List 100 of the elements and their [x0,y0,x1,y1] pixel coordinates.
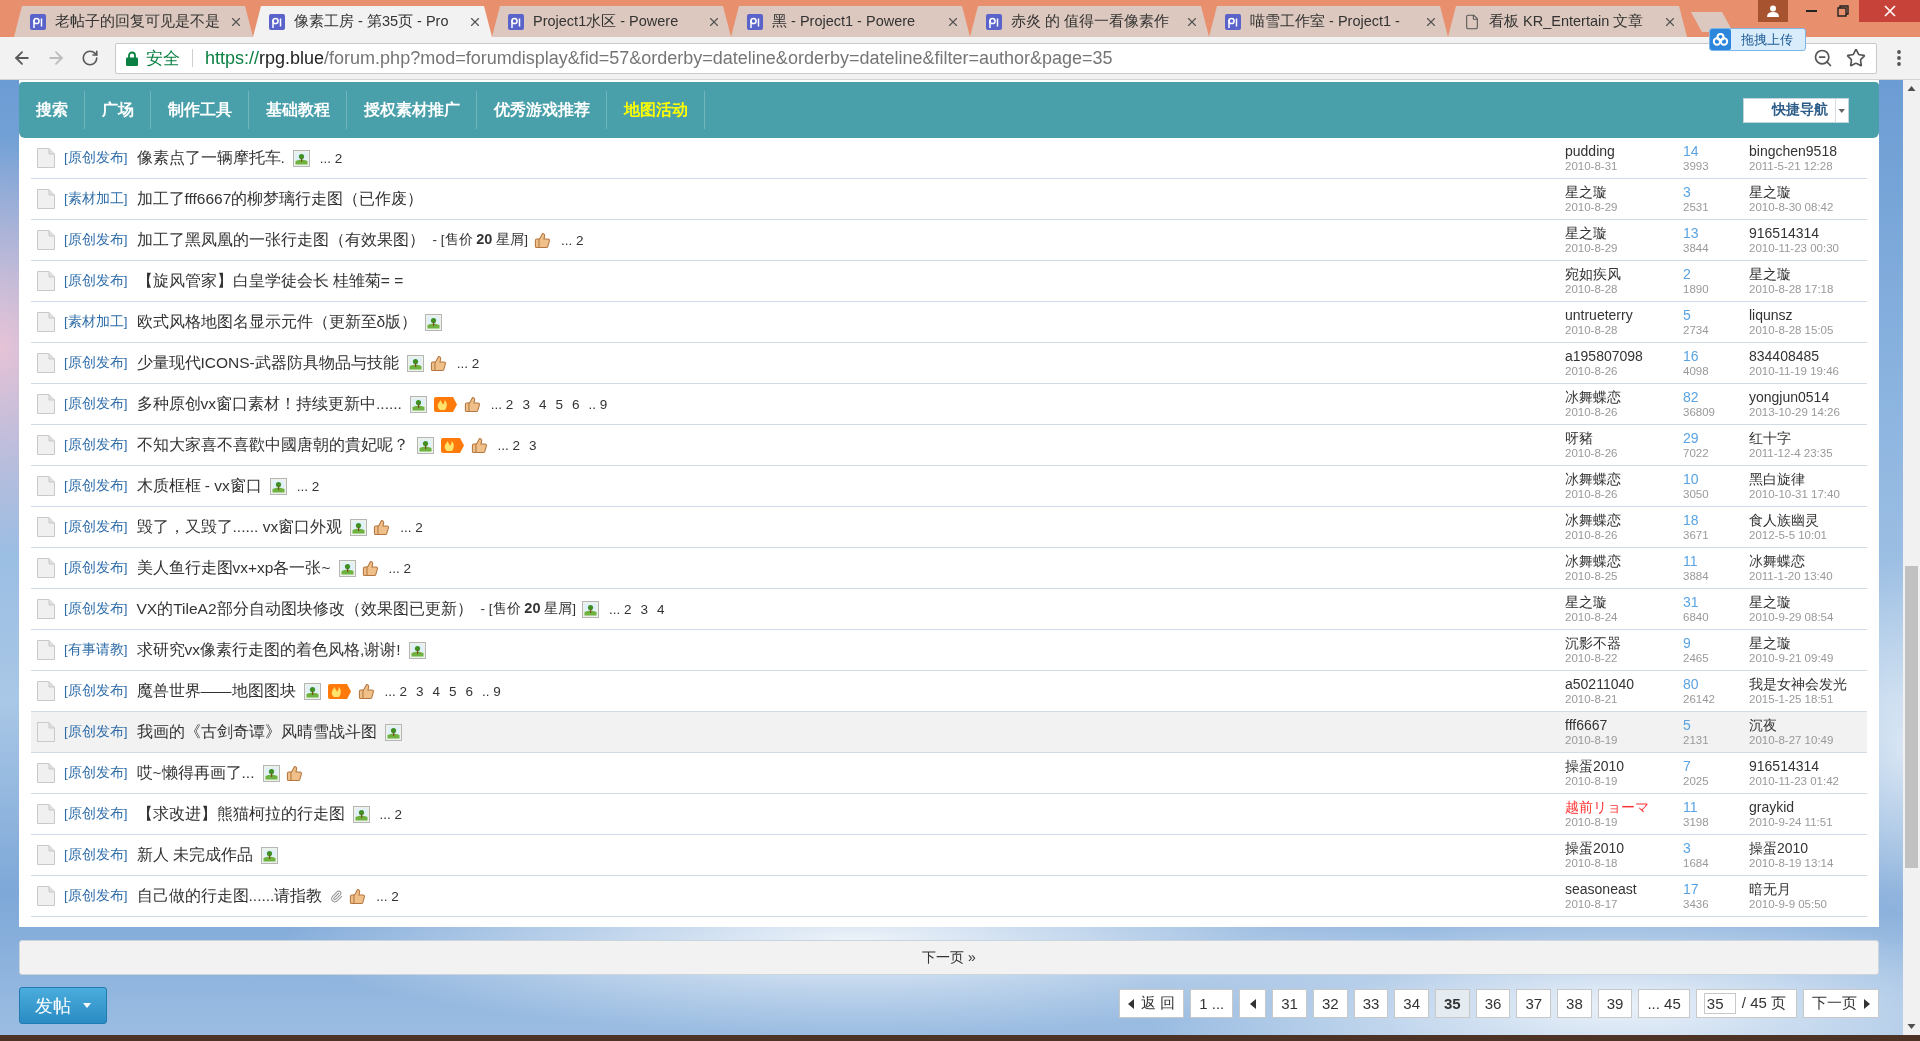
page-link[interactable]: ... 2 [376,888,399,904]
category-link[interactable]: [原创发布] [64,600,128,618]
category-link[interactable]: [原创发布] [64,395,128,413]
author-link[interactable]: seasoneast [1565,881,1683,897]
last-poster-link[interactable]: 食人族幽灵 [1749,512,1867,528]
window-close-button[interactable] [1859,0,1920,22]
author-link[interactable]: 星之璇 [1565,184,1683,200]
browser-tab[interactable]: 赤炎 的 值得一看像素作 [970,6,1209,37]
page-link[interactable]: ... 2 [379,806,403,822]
thread-title[interactable]: 魔兽世界——地图图块 [136,680,296,702]
page-link[interactable]: ... 2 [400,519,423,535]
author-link[interactable]: 冰舞蝶恋 [1565,471,1683,487]
page-link[interactable]: 4 [538,396,547,412]
page-link[interactable]: ... 2 [319,150,343,166]
last-poster-link[interactable]: 834408485 [1749,348,1867,364]
author-link[interactable]: 操蛋2010 [1565,758,1683,774]
browser-tab[interactable]: 喵雪工作室 - Project1 - [1209,6,1448,37]
author-link[interactable]: 冰舞蝶恋 [1565,389,1683,405]
thread-title[interactable]: 求研究vx像素行走图的着色风格,谢谢! [136,639,401,661]
page-link[interactable]: 39 [1597,989,1633,1018]
page-link[interactable]: ... 2 [490,396,514,412]
category-link[interactable]: [原创发布] [64,231,128,249]
author-link[interactable]: 呀豬 [1565,430,1683,446]
page-link[interactable]: 3 [529,437,537,453]
author-link[interactable]: pudding [1565,143,1683,159]
profile-button[interactable] [1758,0,1788,22]
page-link[interactable]: 32 [1312,989,1348,1018]
page-link[interactable]: ... 2 [388,560,411,576]
quick-nav-button[interactable]: 快捷导航 [1743,97,1849,123]
thread-title[interactable]: 木质框框 - vx窗口 [136,475,262,497]
category-link[interactable]: [原创发布] [64,805,128,823]
category-link[interactable]: [原创发布] [64,764,128,782]
thread-title[interactable]: VX的TileA2部分自动图块修改（效果图已更新） [136,598,473,620]
page-number-input[interactable]: 35 [1703,993,1736,1014]
thread-title[interactable]: 【求改进】熊猫柯拉的行走图 [136,803,345,825]
category-link[interactable]: [素材加工] [64,190,128,208]
thread-title[interactable]: 少量现代ICONS-武器防具物品与技能 [136,352,399,374]
category-link[interactable]: [原创发布] [64,887,128,905]
author-link[interactable]: 星之璇 [1565,225,1683,241]
page-link[interactable]: 1 ... [1190,989,1234,1018]
thread-title[interactable]: 新人 未完成作品 [136,844,253,866]
page-link[interactable]: 37 [1516,989,1552,1018]
thread-title[interactable]: 毁了，又毁了...... vx窗口外观 [136,516,343,538]
page-link[interactable]: 33 [1353,989,1389,1018]
back-link[interactable]: 返 回 [1119,989,1185,1018]
author-link[interactable]: 操蛋2010 [1565,840,1683,856]
last-poster-link[interactable]: 红十字 [1749,430,1867,446]
last-poster-link[interactable]: 星之璇 [1749,184,1867,200]
page-link[interactable]: 6 [465,683,474,699]
browser-tab[interactable]: 黑 - Project1 - Powere [731,6,970,37]
thread-title[interactable]: 欧式风格地图名显示元件（更新至δ版） [136,311,418,333]
last-poster-link[interactable]: graykid [1749,799,1867,815]
page-link[interactable]: .. 9 [588,396,608,412]
page-link[interactable]: ... 2 [497,437,521,453]
page-link[interactable]: 34 [1394,989,1429,1018]
category-link[interactable]: [原创发布] [64,518,128,536]
page-link[interactable]: ... 2 [384,683,408,699]
category-link[interactable]: [原创发布] [64,559,128,577]
page-link[interactable]: 36 [1475,989,1511,1018]
category-link[interactable]: [原创发布] [64,846,128,864]
last-poster-link[interactable]: 916514314 [1749,758,1867,774]
previous-page-button[interactable] [1239,989,1267,1018]
author-link[interactable]: 冰舞蝶恋 [1565,553,1683,569]
page-link[interactable]: 3 [640,601,648,617]
upload-button[interactable]: 拖拽上传 [1709,28,1806,51]
last-poster-link[interactable]: 黑白旋律 [1749,471,1867,487]
thread-title[interactable]: 多种原创vx窗口素材！持续更新中...... [136,393,402,415]
last-poster-link[interactable]: 沉夜 [1749,717,1867,733]
thread-title[interactable]: 哎~懒得再画了... [136,762,255,784]
last-poster-link[interactable]: 星之璇 [1749,266,1867,282]
next-page-button[interactable]: 下一页 » [19,940,1879,975]
category-link[interactable]: [素材加工] [64,313,128,331]
page-link[interactable]: 35 [1435,989,1470,1018]
last-poster-link[interactable]: bingchen9518 [1749,143,1867,159]
author-link[interactable]: 星之璇 [1565,594,1683,610]
page-link[interactable]: 5 [449,683,457,699]
author-link[interactable]: 沉影不器 [1565,635,1683,651]
page-link[interactable]: 31 [1272,989,1307,1018]
thread-title[interactable]: 加工了fff6667的柳梦璃行走图（已作废） [136,188,424,210]
last-poster-link[interactable]: liqunsz [1749,307,1867,323]
last-poster-link[interactable]: yongjun0514 [1749,389,1867,405]
thread-title[interactable]: 不知大家喜不喜歡中國唐朝的貴妃呢？ [136,434,409,456]
author-link[interactable]: 宛如疾风 [1565,266,1683,282]
page-link[interactable]: ... 2 [608,601,632,617]
thread-title[interactable]: 像素点了一辆摩托车. [136,147,285,169]
category-link[interactable]: [有事请教] [64,641,128,659]
page-link[interactable]: ... 45 [1638,989,1690,1018]
last-poster-link[interactable]: 操蛋2010 [1749,840,1867,856]
category-link[interactable]: [原创发布] [64,477,128,495]
thread-title[interactable]: 美人鱼行走图vx+xp各一张~ [136,557,331,579]
scrollbar-thumb[interactable] [1905,566,1918,868]
page-link[interactable]: 3 [522,396,530,412]
page-link[interactable]: 4 [432,683,441,699]
thread-title[interactable]: 【旋风管家】白皇学徒会长 桂雏菊= = [136,270,404,292]
author-link[interactable]: a195807098 [1565,348,1683,364]
page-link[interactable]: ... 2 [456,355,480,371]
browser-tab[interactable]: 像素工房 - 第35页 - Pro [253,6,492,37]
browser-tab[interactable]: 老帖子的回复可见是不是 [14,6,253,37]
page-link[interactable]: 38 [1557,989,1592,1018]
category-link[interactable]: [原创发布] [64,272,128,290]
